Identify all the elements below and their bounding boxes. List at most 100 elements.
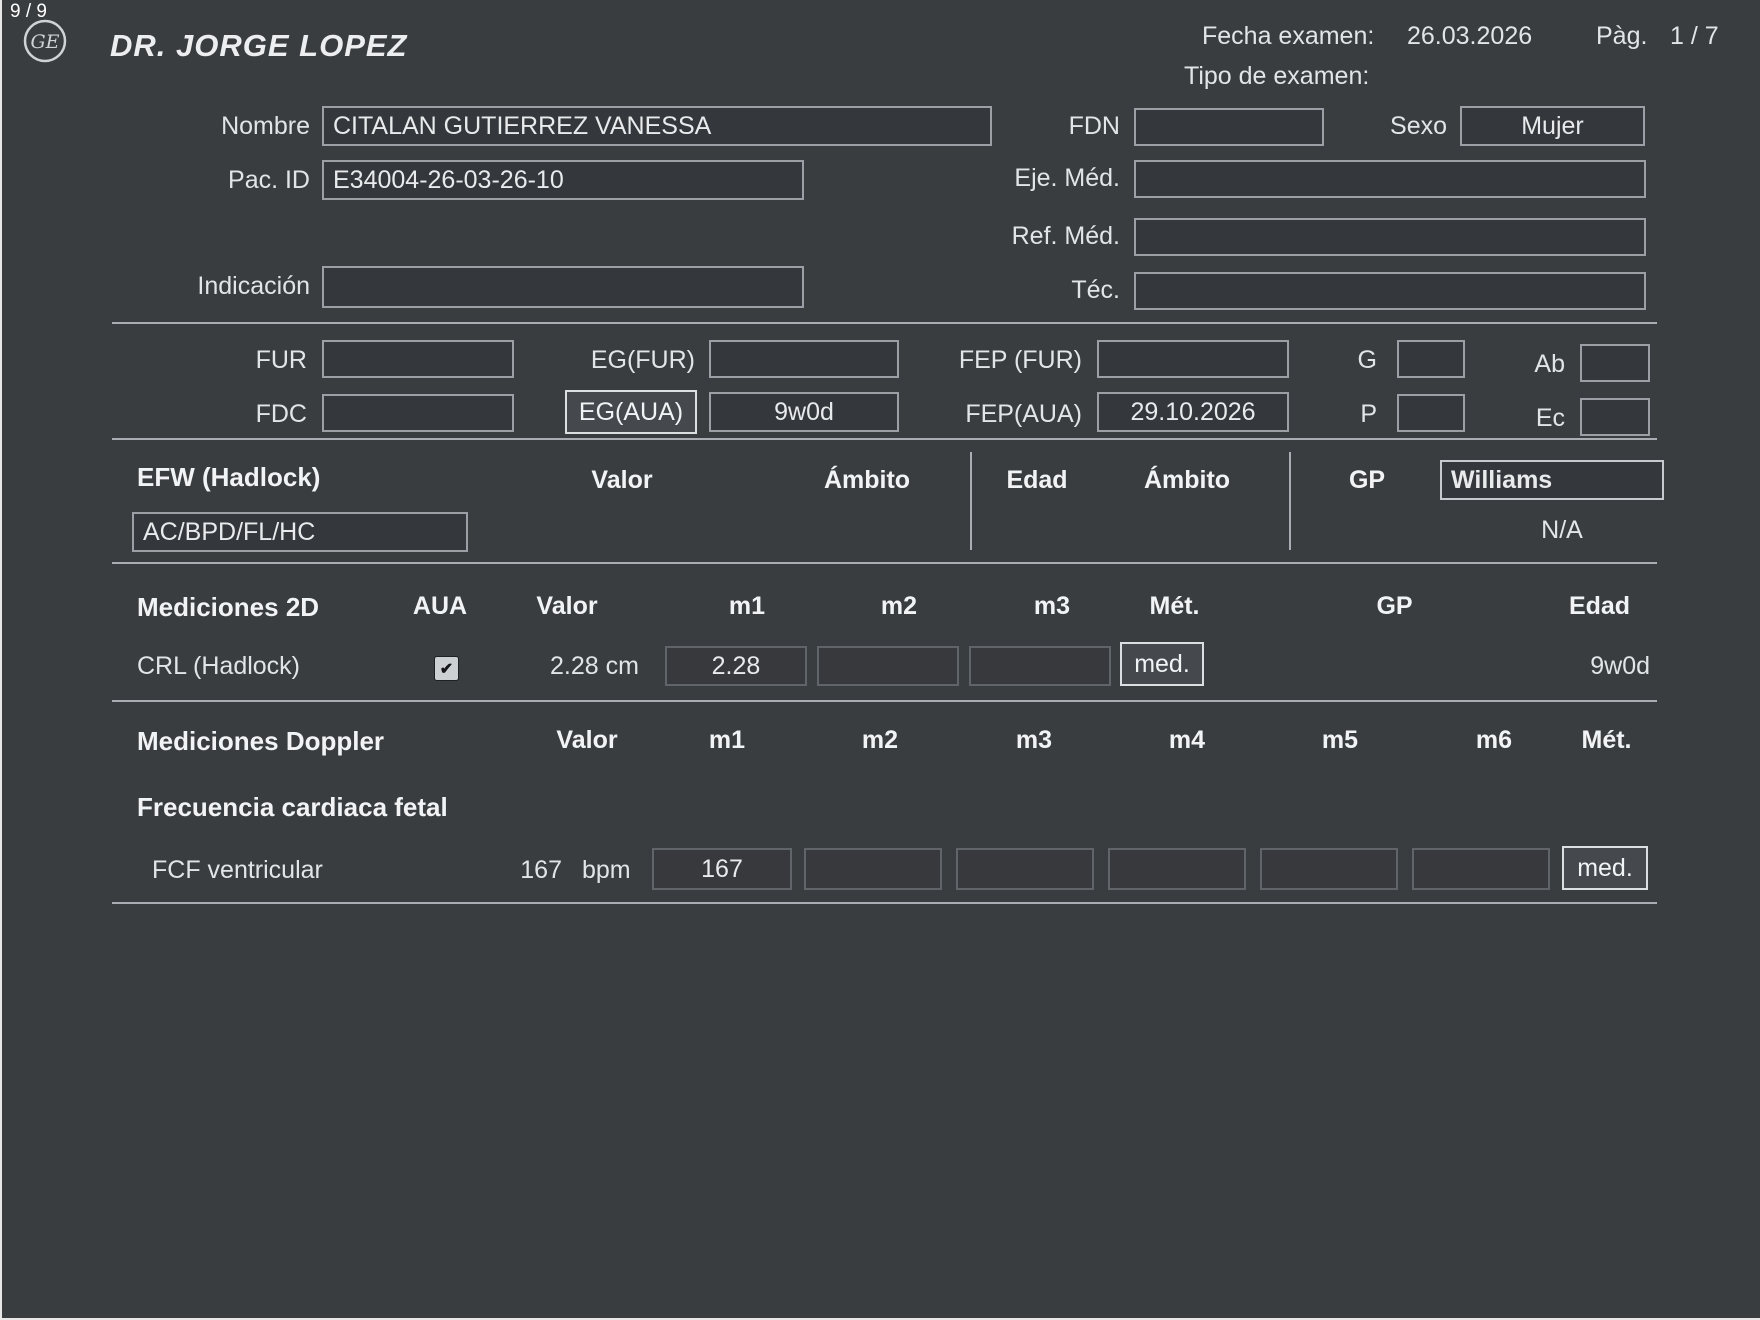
- efw-ambito-header-1: Ámbito: [792, 466, 942, 495]
- eg-fur-label: EG(FUR): [577, 346, 695, 375]
- fcf-m1-field[interactable]: 167: [652, 848, 792, 890]
- patient-name-field[interactable]: CITALAN GUTIERREZ VANESSA: [322, 106, 992, 146]
- ec-label: Ec: [1517, 404, 1565, 433]
- header-m2-2d: m2: [854, 592, 944, 621]
- ref-physician-field[interactable]: [1134, 218, 1646, 256]
- header-m3-2d: m3: [1007, 592, 1097, 621]
- fcf-med-button[interactable]: med.: [1562, 846, 1648, 890]
- fep-aua-field[interactable]: 29.10.2026: [1097, 392, 1289, 432]
- header-gp-2d: GP: [1352, 592, 1437, 621]
- fcf-m2-field[interactable]: [804, 848, 942, 890]
- header-m6-doppler: m6: [1449, 726, 1539, 755]
- exam-date-value: 26.03.2026: [1407, 22, 1532, 51]
- tech-label: Téc.: [972, 276, 1120, 305]
- fcf-valor: 167: [502, 856, 562, 885]
- fetal-heart-rate-group-title: Frecuencia cardiaca fetal: [137, 792, 448, 823]
- header-valor-doppler: Valor: [542, 726, 632, 755]
- efw-title: EFW (Hadlock): [137, 462, 320, 493]
- crl-aua-checkbox[interactable]: ✔: [434, 656, 459, 681]
- eg-aua-button[interactable]: EG(AUA): [565, 390, 697, 434]
- check-icon: ✔: [440, 659, 453, 679]
- tech-field[interactable]: [1134, 272, 1646, 310]
- efw-gp-header: GP: [1332, 466, 1402, 495]
- fcf-name: FCF ventricular: [152, 856, 323, 885]
- crl-m2-field[interactable]: [817, 646, 959, 686]
- patient-name-text: CITALAN GUTIERREZ VANESSA: [333, 112, 711, 141]
- crl-valor: 2.28 cm: [550, 652, 639, 681]
- sex-text: Mujer: [1521, 112, 1584, 141]
- para-label: P: [1342, 400, 1377, 429]
- fcf-m4-field[interactable]: [1108, 848, 1246, 890]
- divider: [112, 438, 1657, 440]
- fep-fur-field[interactable]: [1097, 340, 1289, 378]
- gravida-label: G: [1342, 346, 1377, 375]
- divider: [112, 902, 1657, 904]
- divider: [112, 322, 1657, 324]
- gravida-field[interactable]: [1397, 340, 1465, 378]
- page-number: 1 / 7: [1670, 22, 1719, 51]
- fcf-m5-field[interactable]: [1260, 848, 1398, 890]
- doctor-name: DR. JORGE LOPEZ: [110, 28, 407, 64]
- fur-label: FUR: [202, 346, 307, 375]
- fcf-m3-field[interactable]: [956, 848, 1094, 890]
- efw-formula-text: AC/BPD/FL/HC: [143, 518, 315, 547]
- patient-id-field[interactable]: E34004-26-03-26-10: [322, 160, 804, 200]
- exam-date-label: Fecha examen:: [1202, 22, 1374, 51]
- eg-aua-button-label: EG(AUA): [579, 398, 683, 427]
- efw-ambito-header-2: Ámbito: [1112, 466, 1262, 495]
- ab-field[interactable]: [1580, 344, 1650, 382]
- patient-name-label: Nombre: [152, 112, 310, 141]
- fcf-m6-field[interactable]: [1412, 848, 1550, 890]
- efw-gp-method-text: Williams: [1451, 466, 1552, 495]
- eg-aua-text: 9w0d: [774, 398, 834, 427]
- divider: [112, 700, 1657, 702]
- header-met-2d: Mét.: [1132, 592, 1217, 621]
- crl-m1-text: 2.28: [712, 652, 761, 681]
- eg-fur-field[interactable]: [709, 340, 899, 378]
- divider-vertical: [970, 452, 972, 550]
- page-label: Pàg.: [1596, 22, 1647, 51]
- exam-type-label: Tipo de examen:: [1184, 62, 1369, 91]
- fdc-field[interactable]: [322, 394, 514, 432]
- header-met-doppler: Mét.: [1564, 726, 1649, 755]
- fep-aua-label: FEP(AUA): [942, 400, 1082, 429]
- fep-aua-text: 29.10.2026: [1130, 398, 1255, 427]
- efw-edad-header: Edad: [982, 466, 1092, 495]
- fdn-field[interactable]: [1134, 108, 1324, 146]
- para-field[interactable]: [1397, 394, 1465, 432]
- fdn-label: FDN: [1042, 112, 1120, 141]
- header-m4-doppler: m4: [1142, 726, 1232, 755]
- header-m5-doppler: m5: [1295, 726, 1385, 755]
- patient-id-text: E34004-26-03-26-10: [333, 166, 564, 195]
- divider: [112, 562, 1657, 564]
- exec-physician-field[interactable]: [1134, 160, 1646, 198]
- svg-text:GE: GE: [30, 31, 59, 53]
- fcf-unit: bpm: [582, 856, 631, 885]
- header-m2-doppler: m2: [835, 726, 925, 755]
- divider-vertical: [1289, 452, 1291, 550]
- indication-field[interactable]: [322, 266, 804, 308]
- crl-med-button[interactable]: med.: [1120, 642, 1204, 686]
- efw-gp-method-field[interactable]: Williams: [1440, 460, 1664, 500]
- ec-field[interactable]: [1580, 398, 1650, 436]
- crl-edad: 9w0d: [1560, 652, 1650, 681]
- crl-name: CRL (Hadlock): [137, 652, 300, 681]
- header-valor-2d: Valor: [522, 592, 612, 621]
- doppler-title: Mediciones Doppler: [137, 726, 384, 757]
- crl-m1-field[interactable]: 2.28: [665, 646, 807, 686]
- fdc-label: FDC: [202, 400, 307, 429]
- ref-physician-label: Ref. Méd.: [972, 222, 1120, 251]
- sex-field[interactable]: Mujer: [1460, 106, 1645, 146]
- eg-aua-field[interactable]: 9w0d: [709, 392, 899, 432]
- patient-id-label: Pac. ID: [152, 166, 310, 195]
- efw-valor-header: Valor: [557, 466, 687, 495]
- crl-med-button-label: med.: [1134, 650, 1190, 679]
- efw-formula-field[interactable]: AC/BPD/FL/HC: [132, 512, 468, 552]
- crl-m3-field[interactable]: [969, 646, 1111, 686]
- fcf-m1-text: 167: [701, 855, 743, 884]
- fcf-med-button-label: med.: [1577, 854, 1633, 883]
- sex-label: Sexo: [1362, 112, 1447, 141]
- indication-label: Indicación: [152, 272, 310, 301]
- ab-label: Ab: [1517, 350, 1565, 379]
- fur-field[interactable]: [322, 340, 514, 378]
